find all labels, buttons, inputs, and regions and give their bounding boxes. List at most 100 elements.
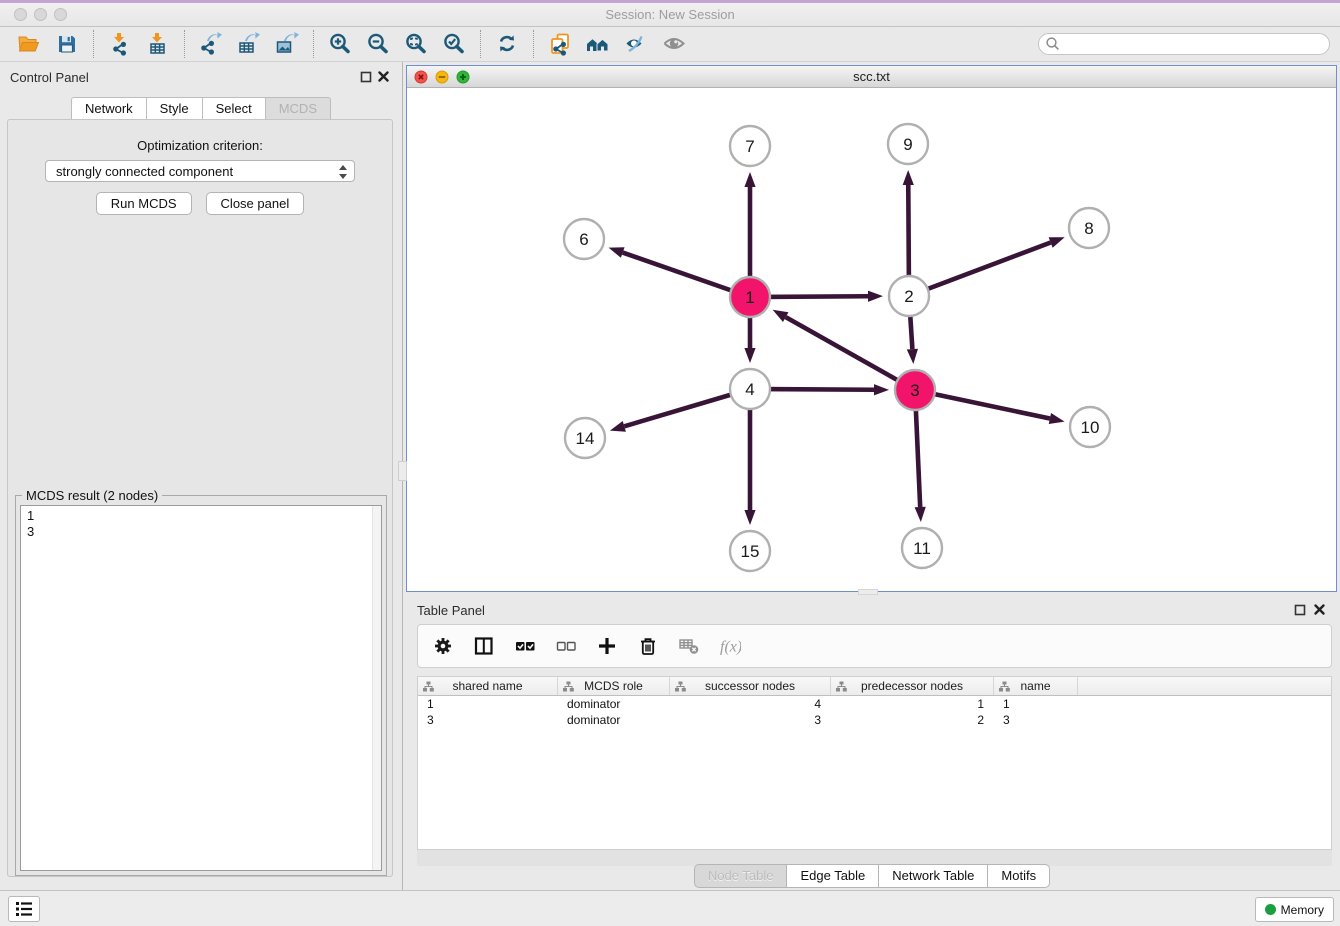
column-header-successor-nodes[interactable]: successor nodes xyxy=(670,677,831,695)
import-table-icon xyxy=(146,32,170,56)
memory-label: Memory xyxy=(1281,903,1324,917)
float-panel-icon[interactable] xyxy=(360,71,372,83)
table-settings-button[interactable] xyxy=(430,633,456,659)
sort-hierarchy-icon xyxy=(423,681,434,692)
app-titlebar: Session: New Session xyxy=(0,3,1340,27)
mcds-result-text[interactable]: 1 3 xyxy=(20,505,382,871)
add-column-icon xyxy=(596,635,618,657)
refresh-network-button[interactable] xyxy=(488,29,526,59)
column-header-predecessor-nodes[interactable]: predecessor nodes xyxy=(831,677,994,695)
task-history-button[interactable] xyxy=(8,896,40,922)
column-header-shared-name[interactable]: shared name xyxy=(418,677,558,695)
clear-all-checks-button[interactable] xyxy=(553,633,579,659)
column-layout-button[interactable] xyxy=(471,633,497,659)
export-network-button[interactable] xyxy=(192,29,230,59)
import-network-button[interactable] xyxy=(101,29,139,59)
open-file-button[interactable] xyxy=(10,29,48,59)
network-window-title: scc.txt xyxy=(407,69,1336,84)
copy-network-button[interactable] xyxy=(541,29,579,59)
tab-motifs[interactable]: Motifs xyxy=(988,864,1050,888)
close-table-panel-icon[interactable] xyxy=(1313,603,1326,616)
close-panel-button[interactable]: Close panel xyxy=(206,192,305,215)
close-panel-icon[interactable] xyxy=(377,70,390,83)
table-cell[interactable]: 3 xyxy=(418,712,558,728)
graph-node-10[interactable]: 10 xyxy=(1070,407,1110,447)
graph-node-2[interactable]: 2 xyxy=(889,276,929,316)
control-panel-title: Control Panel xyxy=(10,70,89,85)
tab-network[interactable]: Network xyxy=(71,97,147,121)
zoom-selected-button[interactable] xyxy=(435,29,473,59)
table-cell[interactable]: 4 xyxy=(670,696,831,712)
zoom-fit-icon xyxy=(404,32,428,56)
tab-select[interactable]: Select xyxy=(203,97,266,121)
toolbar-separator xyxy=(480,30,481,58)
tab-edge-table[interactable]: Edge Table xyxy=(787,864,879,888)
style-preview-button[interactable] xyxy=(617,29,655,59)
graph-edge-3-1[interactable] xyxy=(786,317,915,390)
optimization-criterion-select[interactable]: strongly connected component xyxy=(45,160,355,182)
export-image-icon xyxy=(275,32,299,56)
delete-table-button[interactable] xyxy=(676,633,702,659)
table-cell[interactable]: 2 xyxy=(831,712,994,728)
table-cell[interactable]: 1 xyxy=(831,696,994,712)
vertical-splitter-handle[interactable] xyxy=(398,461,407,481)
tab-network-table[interactable]: Network Table xyxy=(879,864,988,888)
graph-node-14[interactable]: 14 xyxy=(565,418,605,458)
graph-node-8[interactable]: 8 xyxy=(1069,208,1109,248)
zoom-out-button[interactable] xyxy=(359,29,397,59)
zoom-in-button[interactable] xyxy=(321,29,359,59)
table-cell[interactable]: dominator xyxy=(558,696,670,712)
table-cell[interactable]: 3 xyxy=(994,712,1078,728)
graph-node-label: 15 xyxy=(741,542,760,561)
home-button[interactable] xyxy=(579,29,617,59)
memory-button[interactable]: Memory xyxy=(1255,897,1334,922)
search-input[interactable] xyxy=(1061,35,1329,53)
table-cell[interactable]: dominator xyxy=(558,712,670,728)
export-table-button[interactable] xyxy=(230,29,268,59)
table-cell[interactable]: 1 xyxy=(994,696,1078,712)
graph-edge-2-8[interactable] xyxy=(909,242,1051,296)
graph-node-4[interactable]: 4 xyxy=(730,369,770,409)
function-builder-button[interactable]: f(x) xyxy=(717,633,743,659)
graph-node-3[interactable]: 3 xyxy=(895,370,935,410)
network-canvas[interactable]: 1 2 3 4 6 7 8 9 10 11 14 15 xyxy=(407,88,1336,591)
graph-node-6[interactable]: 6 xyxy=(564,219,604,259)
import-table-button[interactable] xyxy=(139,29,177,59)
table-cell[interactable]: 3 xyxy=(670,712,831,728)
select-all-checks-button[interactable] xyxy=(512,633,538,659)
graph-edge-arrow-1-7 xyxy=(744,172,755,187)
tab-style[interactable]: Style xyxy=(147,97,203,121)
tab-mcds[interactable]: MCDS xyxy=(266,97,331,121)
delete-column-button[interactable] xyxy=(635,633,661,659)
mcds-result-group: MCDS result (2 nodes) 1 3 xyxy=(15,495,387,876)
graph-node-11[interactable]: 11 xyxy=(902,528,942,568)
result-scrollbar[interactable] xyxy=(372,506,381,870)
column-header-name[interactable]: name xyxy=(994,677,1078,695)
column-header-MCDS-role[interactable]: MCDS role xyxy=(558,677,670,695)
network-window-titlebar[interactable]: scc.txt xyxy=(407,66,1336,88)
zoom-fit-button[interactable] xyxy=(397,29,435,59)
table-cell[interactable]: 1 xyxy=(418,696,558,712)
run-mcds-button[interactable]: Run MCDS xyxy=(96,192,192,215)
graph-node-1[interactable]: 1 xyxy=(730,277,770,317)
clear-all-checks-icon xyxy=(555,635,577,657)
toolbar-separator xyxy=(93,30,94,58)
graph-node-label: 7 xyxy=(745,137,754,156)
sort-hierarchy-icon xyxy=(563,681,574,692)
graph-node-9[interactable]: 9 xyxy=(888,124,928,164)
graph-edge-arrow-3-10 xyxy=(1049,413,1065,424)
export-image-button[interactable] xyxy=(268,29,306,59)
add-column-button[interactable] xyxy=(594,633,620,659)
table-header-row: shared nameMCDS rolesuccessor nodesprede… xyxy=(418,677,1331,696)
table-settings-icon xyxy=(432,635,454,657)
table-row[interactable]: 1dominator411 xyxy=(418,696,1331,712)
search-box[interactable] xyxy=(1038,33,1330,55)
save-session-button[interactable] xyxy=(48,29,86,59)
float-table-panel-icon[interactable] xyxy=(1294,604,1306,616)
memory-status-dot xyxy=(1265,904,1276,915)
graph-node-15[interactable]: 15 xyxy=(730,531,770,571)
graph-node-7[interactable]: 7 xyxy=(730,126,770,166)
show-graphics-details-button[interactable] xyxy=(655,29,693,59)
tab-node-table[interactable]: Node Table xyxy=(694,864,788,888)
table-row[interactable]: 3dominator323 xyxy=(418,712,1331,728)
